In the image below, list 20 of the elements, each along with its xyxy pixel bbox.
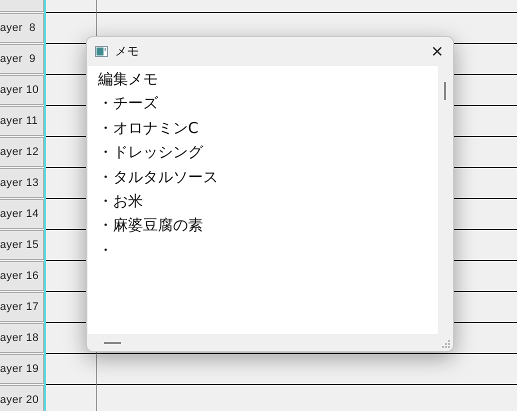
layer-button[interactable]: ayer 19 bbox=[0, 354, 44, 384]
app-icon bbox=[95, 46, 108, 57]
layer-button[interactable]: ayer 17 bbox=[0, 292, 44, 322]
resize-grip-icon[interactable] bbox=[442, 340, 450, 348]
close-button[interactable]: × bbox=[427, 42, 447, 62]
layer-button[interactable]: ayer 11 bbox=[0, 106, 44, 136]
layer-button[interactable]: ayer 13 bbox=[0, 168, 44, 198]
layer-button[interactable]: ayer 9 bbox=[0, 44, 44, 74]
layer-button[interactable]: ayer 18 bbox=[0, 323, 44, 353]
layer-button[interactable]: ayer 20 bbox=[0, 385, 44, 411]
scrollbar-thumb[interactable] bbox=[444, 82, 446, 100]
layer-button[interactable]: ayer 12 bbox=[0, 137, 44, 167]
layer-button[interactable]: ayer 15 bbox=[0, 230, 44, 260]
layer-button[interactable]: ayer 14 bbox=[0, 199, 44, 229]
scrollbar-thumb[interactable] bbox=[104, 342, 121, 344]
memo-text-field[interactable]: 編集メモ ・チーズ ・オロナミンC ・ドレッシング ・タルタルソース ・お米 ・麻婆豆腐の素 ・ bbox=[88, 66, 438, 334]
window-title: メモ bbox=[115, 43, 140, 60]
layer-button[interactable]: ayer 8 bbox=[0, 13, 44, 43]
layer-button[interactable]: ayer 16 bbox=[0, 261, 44, 291]
layer-button[interactable]: ayer 10 bbox=[0, 75, 44, 105]
